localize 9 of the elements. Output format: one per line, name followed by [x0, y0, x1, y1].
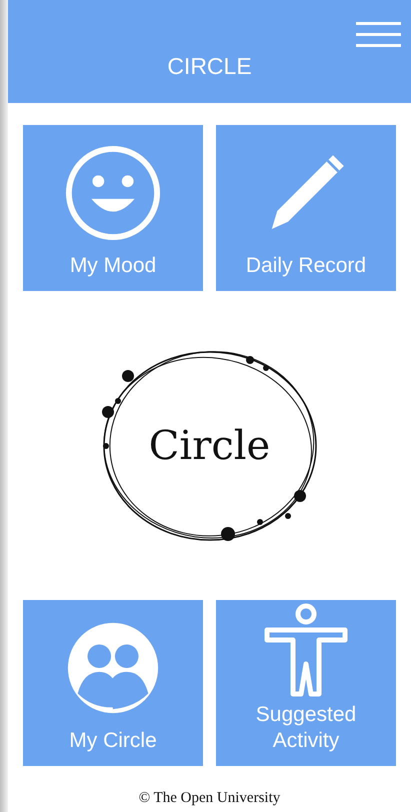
copyright-text: © The Open University	[138, 788, 280, 808]
app-title: CIRCLE	[167, 52, 252, 80]
menu-tile[interactable]: Suggested Activity	[216, 600, 396, 766]
smiley-icon	[64, 144, 162, 242]
menu-tile[interactable]: My Mood	[23, 125, 203, 291]
menu-tile[interactable]: My Circle	[23, 600, 203, 766]
menu-icon[interactable]	[356, 22, 401, 48]
logo-text: Circle	[148, 422, 270, 470]
menu-tile[interactable]: Daily Record	[216, 125, 396, 291]
